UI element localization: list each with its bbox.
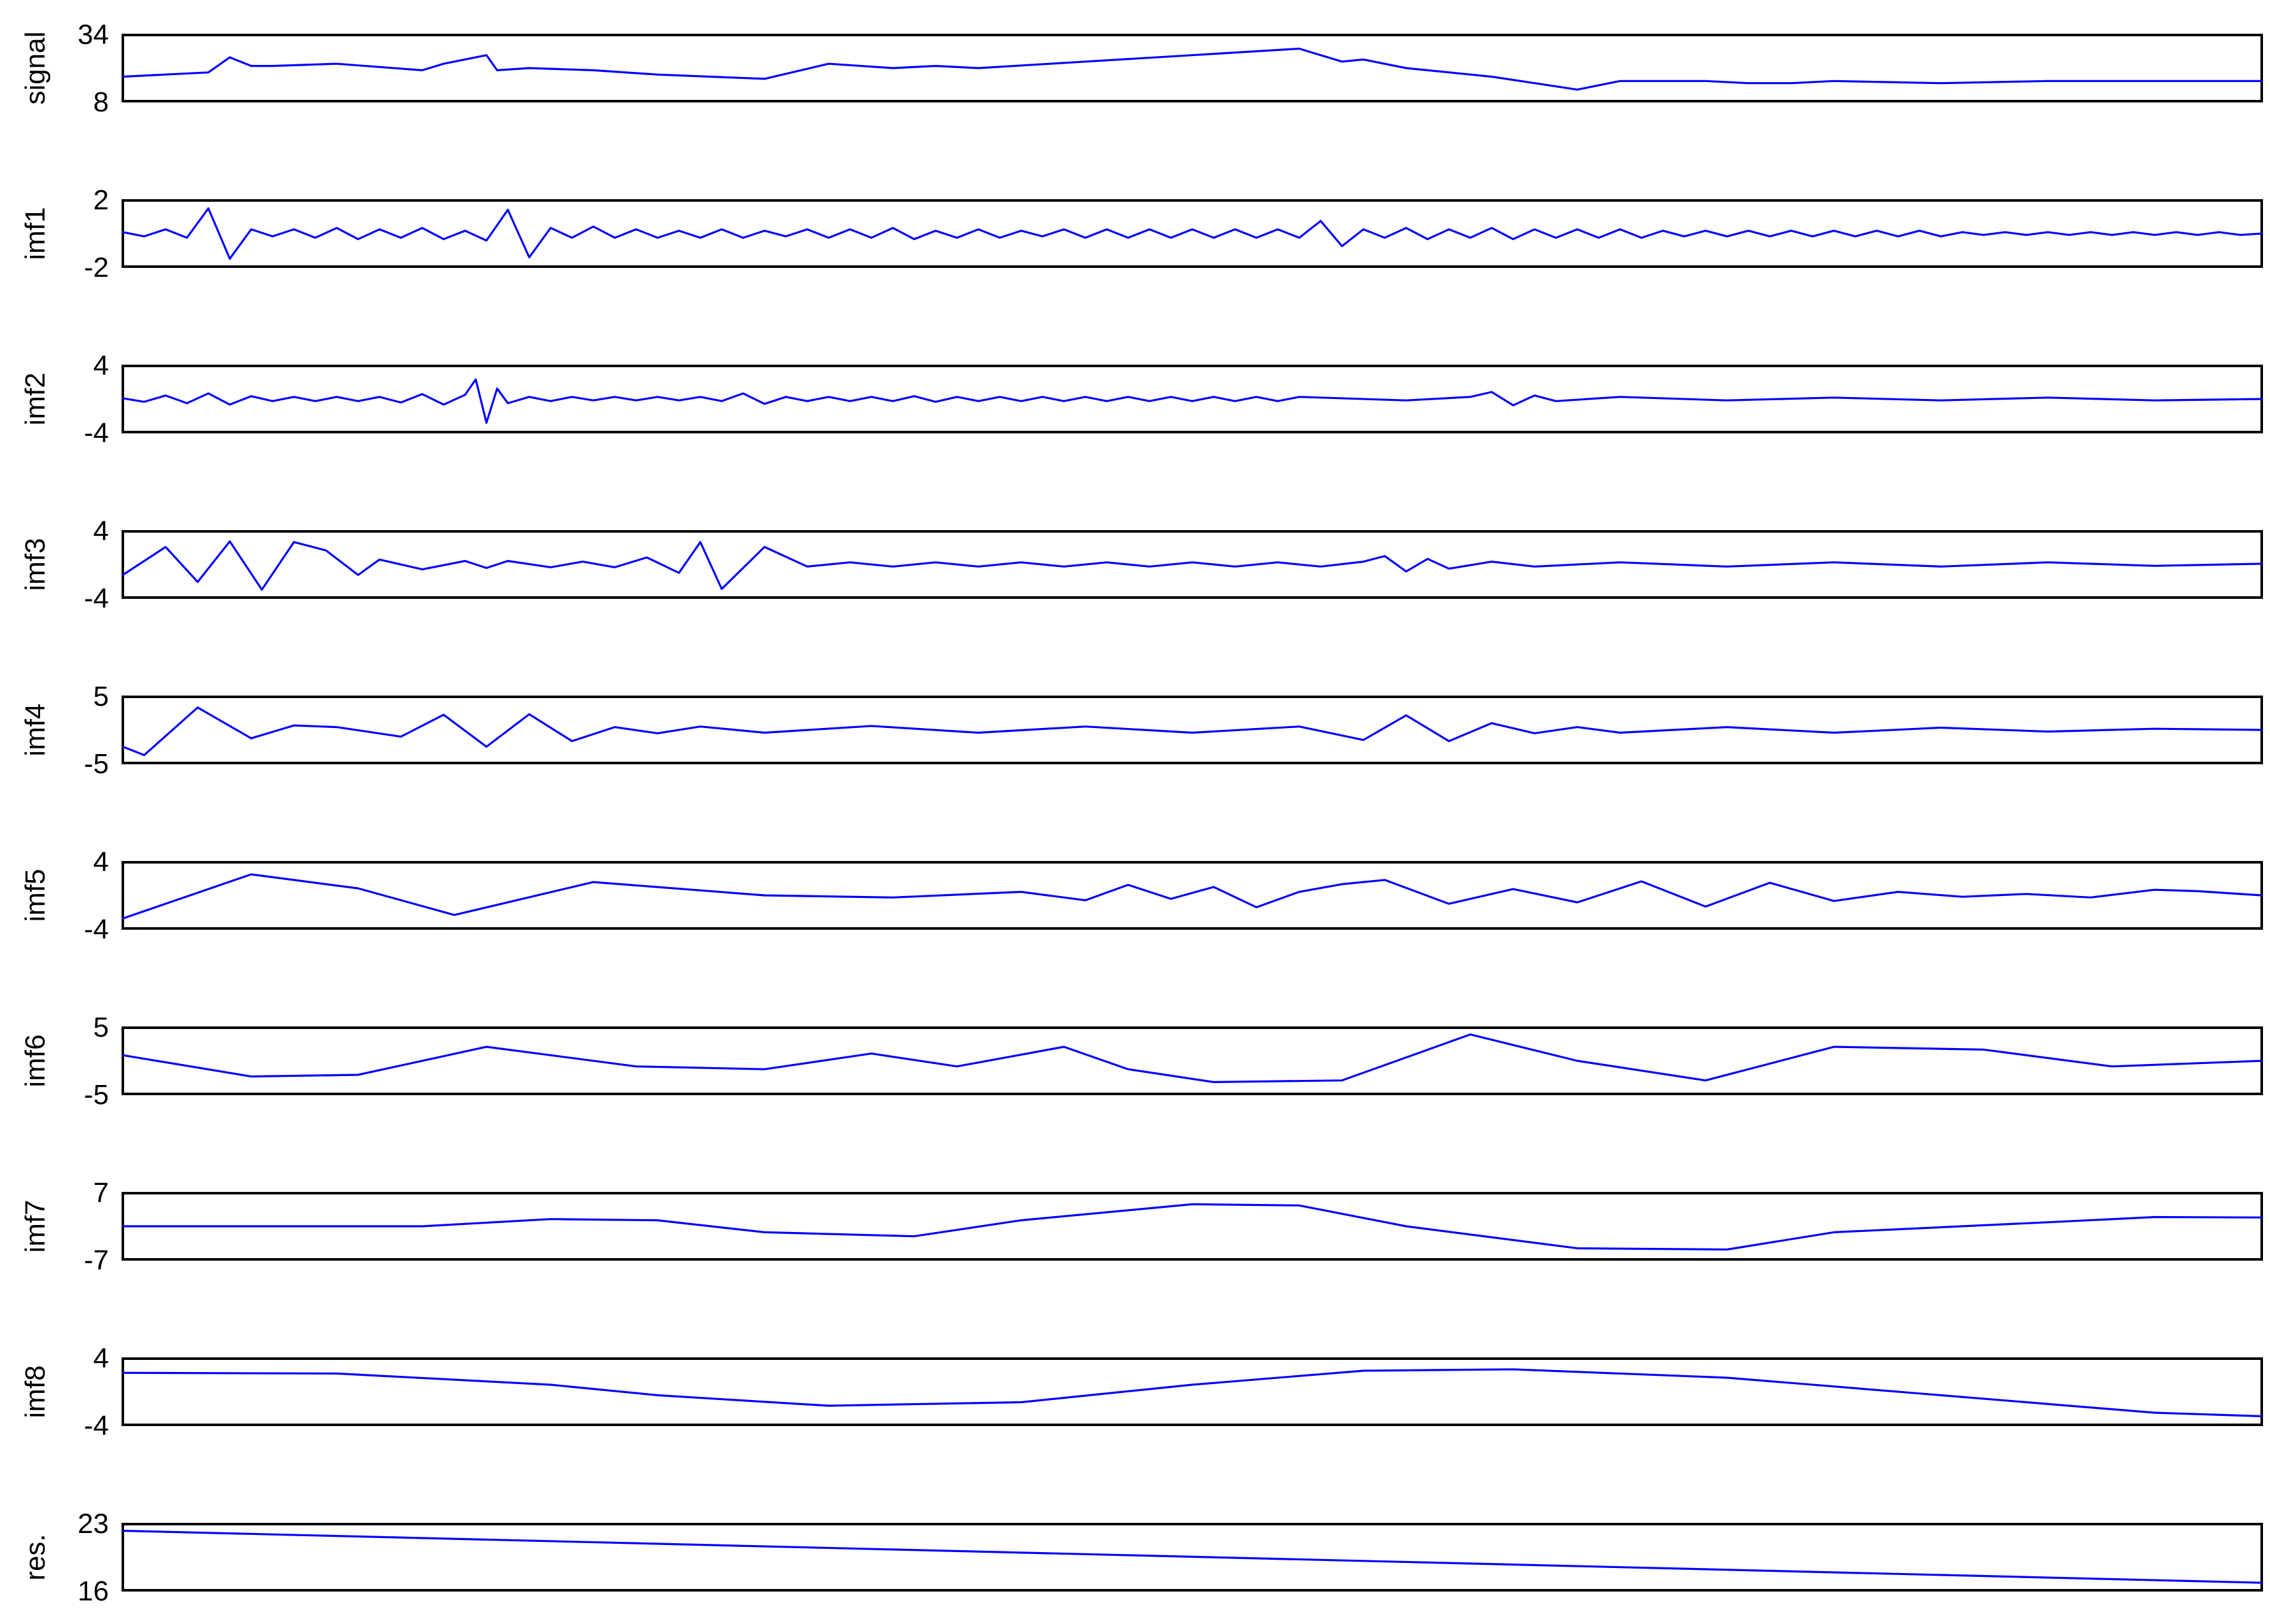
ytick-top-imf4: 5 — [94, 681, 109, 712]
ytick-bottom-imf2: -4 — [84, 417, 109, 449]
subplot-res: 23 16 res. — [20, 1508, 2263, 1607]
axes-frame-imf1 — [122, 199, 2263, 268]
ytick-top-imf7: 7 — [94, 1177, 109, 1208]
subplot-imf6: 5 -5 imf6 — [20, 1012, 2263, 1110]
ytick-top-imf3: 4 — [94, 515, 109, 547]
ylabel-imf7: imf7 — [20, 1200, 51, 1252]
subplot-imf7: 7 -7 imf7 — [20, 1177, 2263, 1276]
subplot-imf5: 4 -4 imf5 — [20, 846, 2263, 945]
ytick-bottom-imf6: -5 — [84, 1079, 109, 1110]
ytick-bottom-imf5: -4 — [84, 914, 109, 945]
ylabel-imf2: imf2 — [20, 372, 51, 425]
axes-frame-imf6 — [122, 1026, 2263, 1095]
axes-frame-signal — [122, 34, 2263, 102]
ytick-bottom-imf7: -7 — [84, 1245, 109, 1276]
subplot-signal: 34 8 signal — [20, 19, 2263, 118]
ylabel-imf6: imf6 — [20, 1034, 51, 1087]
ylabel-imf4: imf4 — [20, 703, 51, 756]
ytick-bottom-res: 16 — [78, 1576, 109, 1607]
ytick-top-imf2: 4 — [94, 350, 109, 381]
subplot-imf1: 2 -2 imf1 — [20, 185, 2263, 283]
subplot-imf4: 5 -5 imf4 — [20, 681, 2263, 780]
subplot-imf3: 4 -4 imf3 — [20, 515, 2263, 614]
ylabel-imf1: imf1 — [20, 207, 51, 260]
ytick-bottom-imf8: -4 — [84, 1410, 109, 1441]
subplot-imf8: 4 -4 imf8 — [20, 1343, 2263, 1441]
ylabel-signal: signal — [20, 32, 51, 105]
ytick-top-imf8: 4 — [94, 1343, 109, 1374]
axes-frame-imf8 — [122, 1357, 2263, 1426]
ylabel-imf8: imf8 — [20, 1365, 51, 1418]
subplot-imf2: 4 -4 imf2 — [20, 350, 2263, 449]
ylabel-imf3: imf3 — [20, 538, 51, 591]
ytick-bottom-imf4: -5 — [84, 748, 109, 780]
ytick-top-imf1: 2 — [94, 185, 109, 216]
ytick-top-imf6: 5 — [94, 1012, 109, 1043]
subplot-stack: 34 8 signal 2 -2 imf1 4 -4 imf2 4 -4 imf3 5 -5 imf4 4 -4… — [20, 19, 2263, 1607]
axes-frame-imf2 — [122, 365, 2263, 433]
emd-decomposition-figure: 34 8 signal 2 -2 imf1 4 -4 imf2 4 -4 imf3 5 -5 imf4 4 -4… — [20, 19, 2263, 1607]
ylabel-imf5: imf5 — [20, 869, 51, 921]
axes-frame-imf4 — [122, 696, 2263, 764]
ytick-top-imf5: 4 — [94, 846, 109, 878]
ylabel-res: res. — [20, 1534, 51, 1580]
ytick-top-signal: 34 — [78, 19, 109, 50]
ytick-top-res: 23 — [78, 1508, 109, 1539]
ytick-bottom-imf1: -2 — [84, 252, 109, 283]
ytick-bottom-signal: 8 — [94, 87, 109, 118]
ytick-bottom-imf3: -4 — [84, 583, 109, 614]
